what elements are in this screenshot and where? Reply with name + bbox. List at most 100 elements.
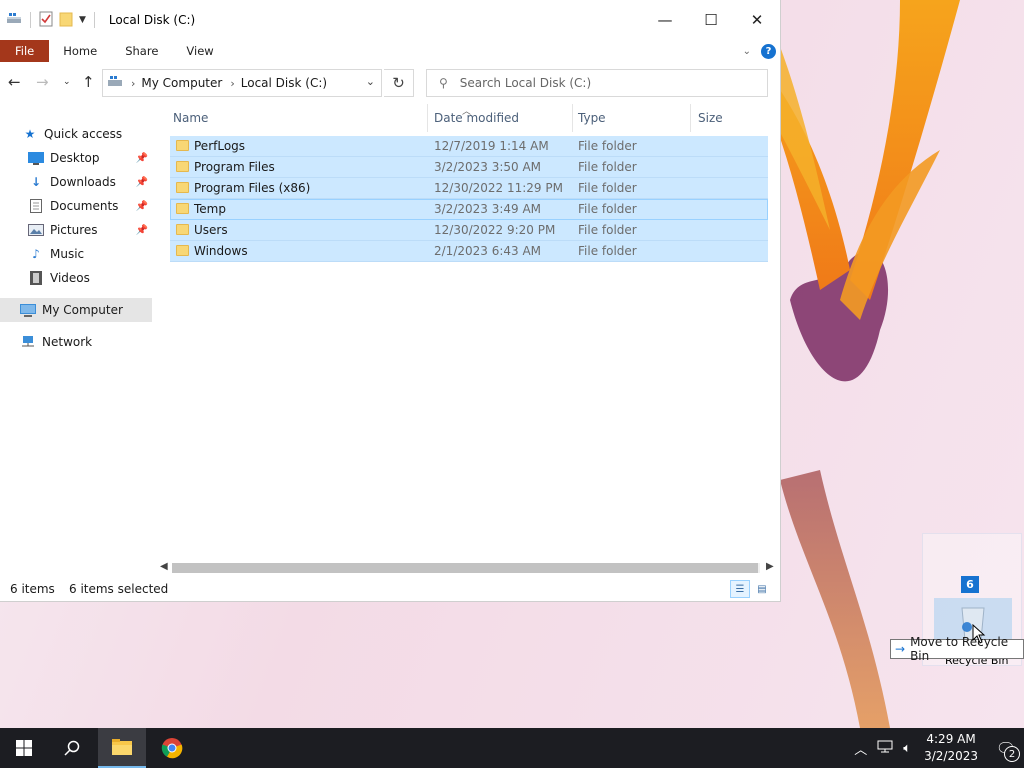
drag-count-badge: 6 — [961, 576, 979, 593]
mouse-cursor-icon — [972, 624, 986, 644]
search-button[interactable] — [48, 728, 96, 768]
nav-item-label: Documents — [50, 199, 119, 213]
breadcrumb-my-computer[interactable]: My Computer — [141, 76, 222, 90]
notification-button[interactable]: 🗨︎ 2 — [988, 728, 1024, 768]
music-icon: ♪ — [32, 247, 40, 261]
nav-item-label: Videos — [50, 271, 90, 285]
recent-locations-button[interactable]: ⌄ — [63, 77, 71, 87]
folder-icon — [176, 182, 189, 193]
quick-access-toolbar: ▼ Local Disk (C:) — [0, 0, 195, 40]
horizontal-scrollbar[interactable]: ◀ ▶ — [158, 561, 778, 575]
back-button[interactable]: ← — [8, 73, 21, 91]
details-view-icon[interactable]: ☰ — [730, 580, 750, 598]
file-row[interactable]: Program Files (x86) 12/30/2022 11:29 PM … — [170, 178, 768, 199]
minimize-button[interactable]: — — [642, 0, 688, 40]
start-button[interactable] — [0, 728, 48, 768]
nav-item-videos[interactable]: Videos — [0, 266, 152, 290]
file-date: 12/30/2022 9:20 PM — [434, 223, 556, 237]
column-divider[interactable] — [427, 104, 428, 132]
customize-toolbar-icon[interactable]: ▼ — [79, 15, 86, 25]
clock-time: 4:29 AM — [926, 732, 976, 746]
nav-item-my-computer[interactable]: My Computer — [0, 298, 152, 322]
file-date: 3/2/2023 3:50 AM — [434, 160, 542, 174]
chevron-right-icon[interactable]: › — [131, 77, 135, 90]
up-button[interactable]: ↑ — [82, 73, 95, 91]
refresh-button[interactable]: ↻ — [384, 69, 414, 97]
nav-item-documents[interactable]: Documents 📌 — [0, 194, 152, 218]
pin-icon[interactable]: 📌 — [136, 201, 148, 212]
column-header-date[interactable]: Date modified — [434, 111, 519, 125]
file-name: Windows — [194, 244, 248, 258]
network-status-icon[interactable] — [877, 739, 893, 757]
toolbar-divider — [93, 12, 95, 28]
column-divider[interactable] — [690, 104, 691, 132]
column-header-size[interactable]: Size — [698, 111, 723, 125]
file-row[interactable]: Temp 3/2/2023 3:49 AM File folder — [170, 199, 768, 220]
nav-item-pictures[interactable]: Pictures 📌 — [0, 218, 152, 242]
search-input[interactable]: ⚲ Search Local Disk (C:) — [426, 69, 768, 97]
help-icon[interactable]: ? — [761, 43, 776, 59]
clock-date: 3/2/2023 — [924, 749, 978, 763]
chevron-down-icon[interactable]: ⌄ — [366, 75, 375, 88]
file-date: 2/1/2023 6:43 AM — [434, 244, 542, 258]
chevron-up-icon[interactable]: ︿ — [854, 739, 867, 758]
notification-badge: 2 — [1004, 746, 1020, 762]
tab-share[interactable]: Share — [111, 40, 172, 62]
folder-icon — [176, 140, 189, 151]
column-header-type[interactable]: Type — [578, 111, 606, 125]
file-row[interactable]: Program Files 3/2/2023 3:50 AM File fold… — [170, 157, 768, 178]
documents-icon — [28, 199, 44, 213]
videos-icon — [28, 271, 44, 285]
file-row[interactable]: Users 12/30/2022 9:20 PM File folder — [170, 220, 768, 241]
expand-ribbon-icon[interactable]: ⌄ — [743, 46, 751, 57]
nav-item-network[interactable]: Network — [0, 330, 152, 354]
close-button[interactable]: ✕ — [734, 0, 780, 40]
tab-home[interactable]: Home — [49, 40, 111, 62]
scroll-right-icon[interactable]: ▶ — [766, 561, 774, 572]
breadcrumb-local-disk[interactable]: Local Disk (C:) — [241, 76, 327, 90]
chevron-right-icon[interactable]: › — [230, 77, 234, 90]
maximize-button[interactable]: ☐ — [688, 0, 734, 40]
new-folder-icon[interactable] — [59, 11, 73, 30]
file-name: Program Files — [194, 160, 275, 174]
file-type: File folder — [578, 244, 637, 258]
nav-item-label: Desktop — [50, 151, 100, 165]
title-bar[interactable]: ▼ Local Disk (C:) — ☐ ✕ — [0, 0, 780, 40]
file-type: File folder — [578, 139, 637, 153]
nav-item-music[interactable]: ♪ Music — [0, 242, 152, 266]
taskbar-chrome[interactable] — [148, 728, 196, 768]
forward-button[interactable]: → — [36, 73, 49, 91]
taskbar-file-explorer[interactable] — [98, 728, 146, 768]
file-explorer-icon — [112, 739, 132, 755]
volume-icon[interactable]: 🔈︎ — [903, 741, 911, 756]
column-header-name[interactable]: Name — [173, 111, 208, 125]
pin-icon[interactable]: 📌 — [136, 177, 148, 188]
nav-item-desktop[interactable]: Desktop 📌 — [0, 146, 152, 170]
computer-icon — [20, 303, 36, 317]
file-name: Temp — [194, 202, 226, 216]
nav-item-quick-access[interactable]: ★ Quick access — [0, 122, 152, 146]
nav-item-downloads[interactable]: ↓ Downloads 📌 — [0, 170, 152, 194]
folder-icon — [176, 224, 189, 235]
file-name: Program Files (x86) — [194, 181, 311, 195]
scroll-left-icon[interactable]: ◀ — [160, 561, 168, 572]
file-date: 12/30/2022 11:29 PM — [434, 181, 563, 195]
column-divider[interactable] — [572, 104, 573, 132]
drive-icon[interactable] — [6, 12, 22, 29]
file-row[interactable]: PerfLogs 12/7/2019 1:14 AM File folder — [170, 136, 768, 157]
folder-icon — [176, 203, 189, 214]
clock[interactable]: 4:29 AM 3/2/2023 — [924, 731, 978, 765]
address-bar[interactable]: › My Computer › Local Disk (C:) ⌄ — [102, 69, 382, 97]
pin-icon[interactable]: 📌 — [136, 153, 148, 164]
large-icons-view-icon[interactable]: ▤ — [752, 580, 772, 598]
system-tray: ︿ 🔈︎ 4:29 AM 3/2/2023 🗨︎ 2 — [849, 728, 1024, 768]
navigation-pane: ★ Quick access Desktop 📌 ↓ Downloads 📌 D… — [0, 122, 152, 354]
scroll-thumb[interactable] — [172, 563, 758, 573]
tab-view[interactable]: View — [172, 40, 227, 62]
file-row[interactable]: Windows 2/1/2023 6:43 AM File folder — [170, 241, 768, 262]
search-icon — [64, 740, 80, 756]
properties-icon[interactable] — [39, 11, 53, 30]
tab-file[interactable]: File — [0, 40, 50, 62]
pin-icon[interactable]: 📌 — [136, 225, 148, 236]
selection-count: 6 items selected — [69, 582, 169, 596]
